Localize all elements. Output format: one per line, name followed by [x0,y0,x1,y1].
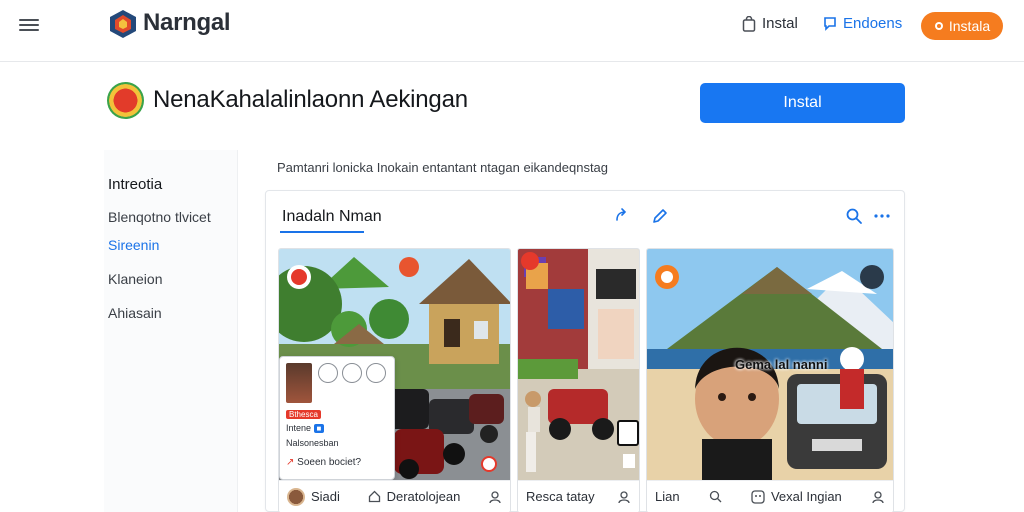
face-icon[interactable] [751,489,765,504]
top-install-button[interactable]: Instala [921,12,1003,40]
home-icon [368,490,380,503]
more-icon[interactable] [873,207,891,225]
card-title: Inadaln Nman [282,208,382,225]
app-title: NenaKahalalinlaonn Aekingan [153,86,468,113]
arrow-icon: ↗ [286,457,295,468]
tile-caption: Siadi Deratolojean [279,480,510,512]
edit-icon[interactable] [651,207,669,225]
popup-line-3: Nalsonesban [286,438,339,448]
top-install-link[interactable]: Instal [742,15,798,32]
media-tile[interactable]: Gema lal nanni Lian Vexal Ingian [646,248,894,512]
top-install-button-label: Instala [948,18,991,34]
tile-caption-label: Resca tatay [526,489,595,504]
media-tile[interactable]: Bthesca Intene ■ Nalsonesban ↗ Soeen boc… [278,248,511,512]
tile-caption-label-2: Deratolojean [386,489,461,504]
install-button[interactable]: Instal [700,83,905,123]
sidebar-item[interactable]: Blenqotno tlvicet [108,209,211,225]
menu-icon[interactable] [19,16,39,34]
tile-caption: Lian Vexal Ingian [647,480,893,512]
sidebar-item[interactable]: Ahiasain [108,305,162,321]
person-icon[interactable] [871,490,885,504]
download-icon [934,22,943,30]
breadcrumb: Pamtanri lonicka Inokain entantant ntaga… [277,160,609,175]
popup-thumbnail [286,363,312,403]
top-reviews-label: Endoens [843,15,903,32]
person-icon[interactable] [488,490,502,504]
top-install-label: Instal [762,15,798,32]
sidebar: Intreotia Blenqotno tlvicet Sireenin Kla… [104,150,238,512]
photo-overlay-text: Gema lal nanni [735,357,828,372]
sidebar-item[interactable]: Klaneion [108,271,163,287]
sidebar-item-active[interactable]: Sireenin [108,237,159,253]
tile-caption-label-2: Vexal Ingian [770,489,842,504]
tile-caption-label: Siadi [311,489,340,504]
media-tile[interactable]: Resca tatay [517,248,640,512]
search-icon[interactable] [845,207,863,225]
app-icon [107,82,144,119]
top-reviews-link[interactable]: Endoens [823,15,902,32]
info-popup[interactable]: Bthesca Intene ■ Nalsonesban ↗ Soeen boc… [279,356,395,480]
popup-line-4[interactable]: ↗ Soeen bociet? [286,457,361,468]
top-bar: Narngal Instal Endoens Instala [0,0,1024,62]
chat-icon [824,16,836,31]
brand-logo-icon [110,10,136,38]
sidebar-heading[interactable]: Intreotia [108,176,162,193]
street-photo [518,249,639,482]
search-icon[interactable] [709,490,722,503]
tile-caption-label: Lian [655,489,680,504]
media-card: Inadaln Nman Bthesca Intene ■ Nalsonesba… [265,190,905,512]
popup-line-2: Intene ■ [286,423,325,433]
popup-line-1: Bthesca [286,409,321,419]
bag-icon [742,15,756,32]
brand-name[interactable]: Narngal [143,9,231,37]
avatar [287,487,305,506]
person-icon[interactable] [617,490,631,504]
popup-icon-row [318,363,386,383]
popup-blue-badge: ■ [313,424,325,433]
share-icon[interactable] [612,207,630,225]
tile-caption: Resca tatay [518,480,639,512]
active-tab-underline [280,231,364,233]
popup-red-badge: Bthesca [286,410,321,419]
popup-line-4-text: Soeen bociet? [297,457,362,468]
popup-line-2-text: Intene [286,423,312,433]
